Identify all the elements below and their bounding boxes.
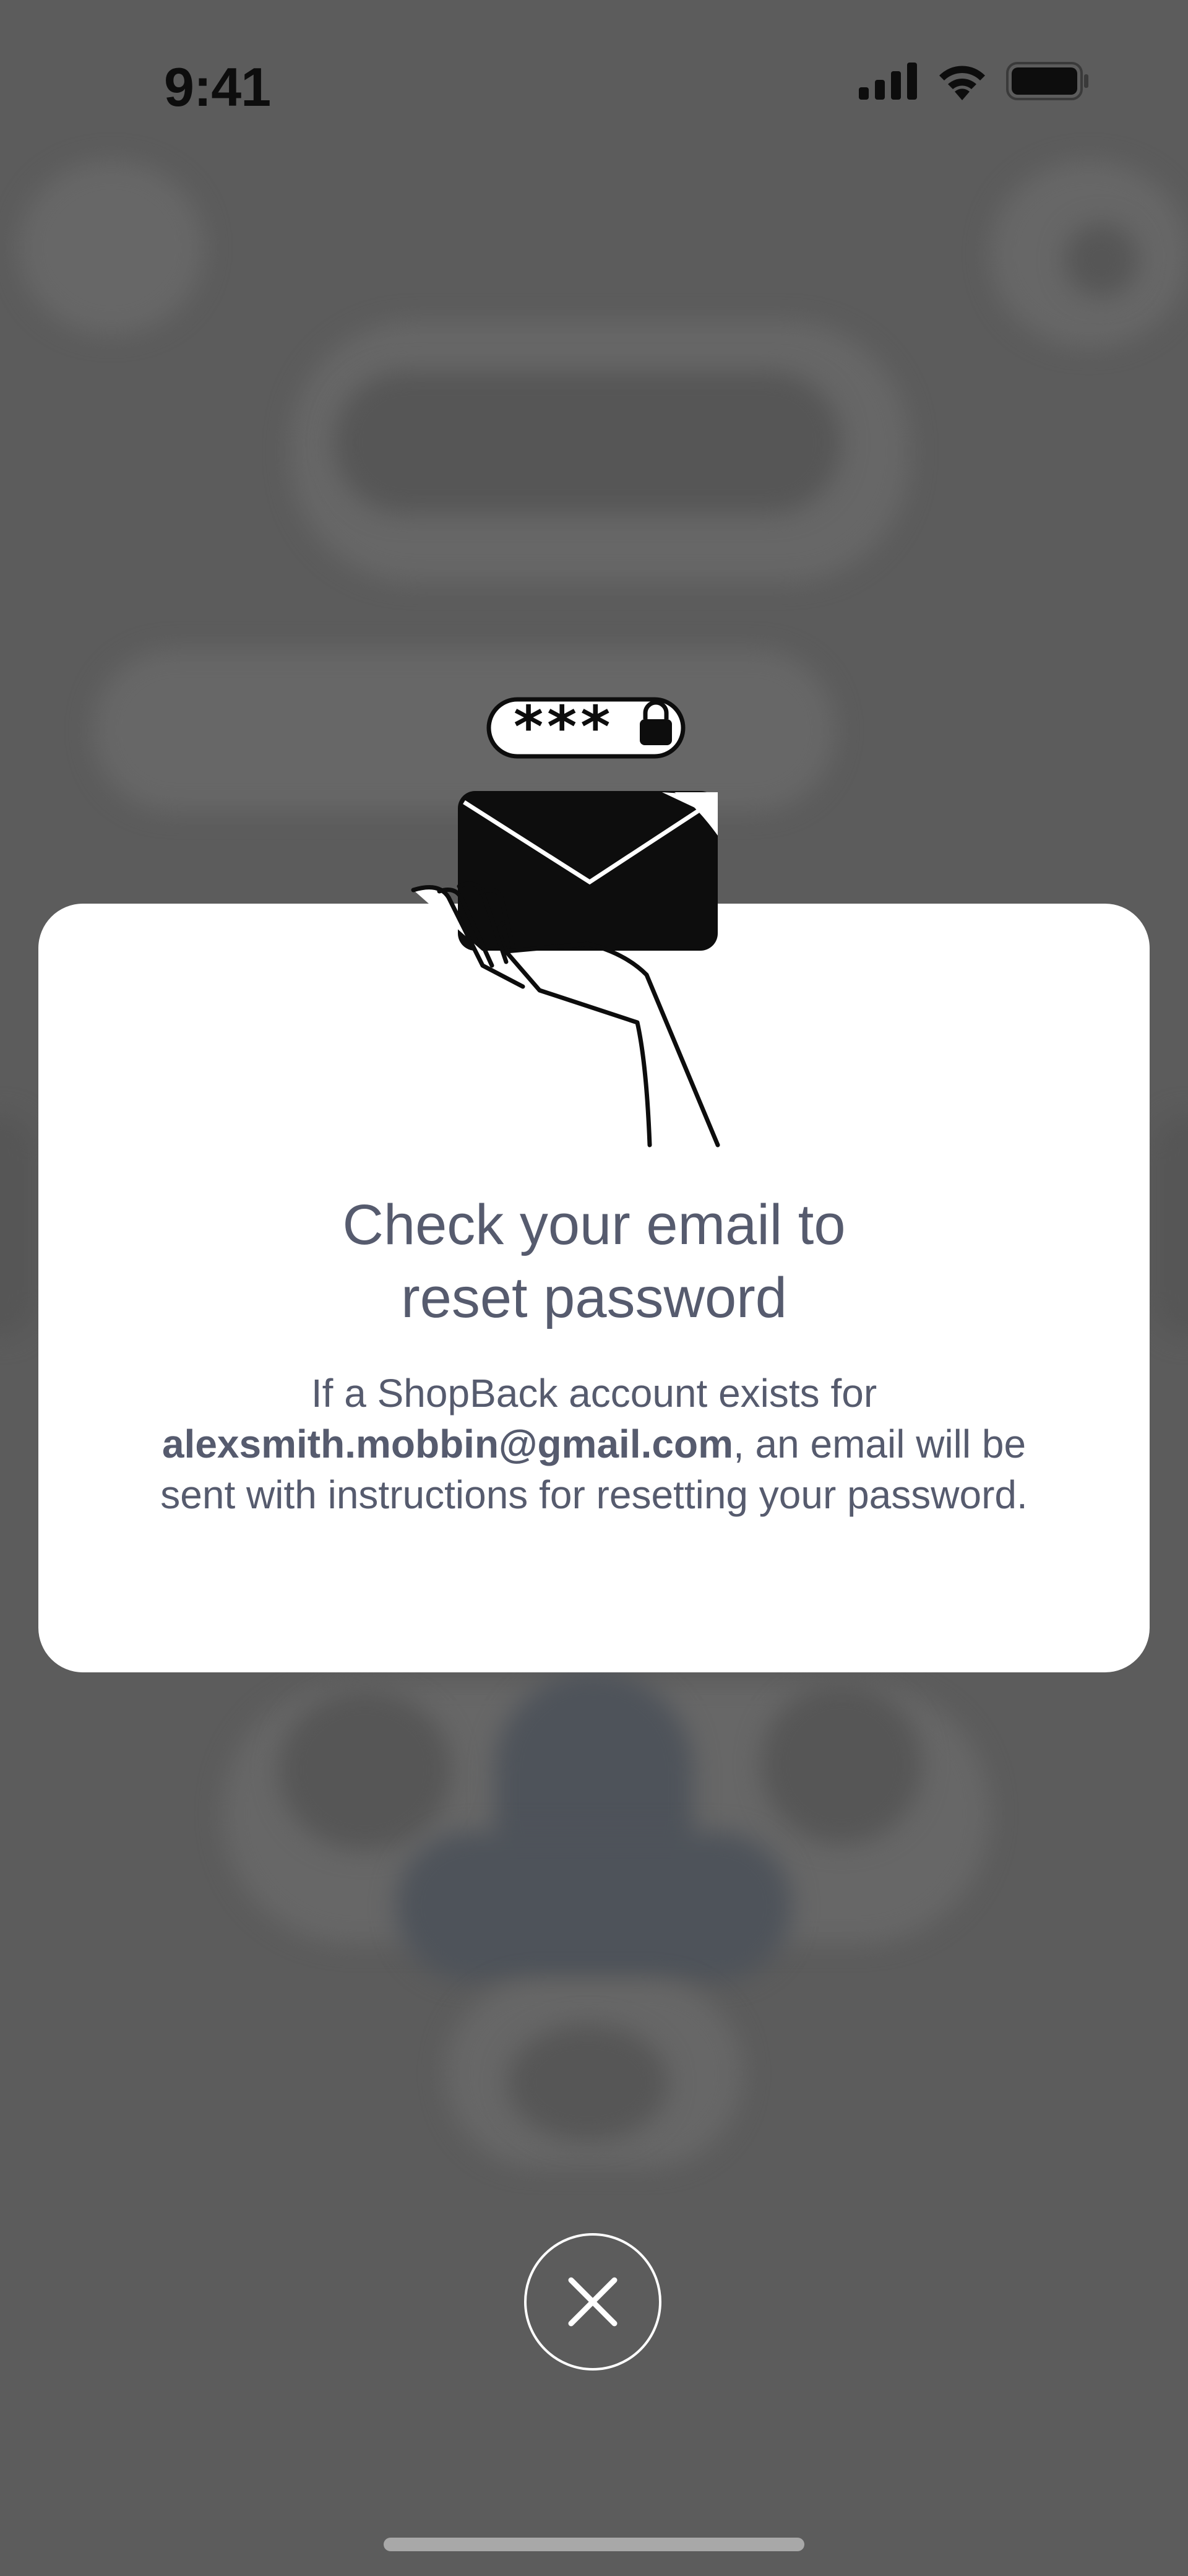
- background-shape: [396, 1832, 792, 1981]
- background-shape: [507, 2024, 668, 2142]
- status-bar: 9:41: [0, 0, 1188, 173]
- background-shape: [278, 1690, 452, 1851]
- background-shape: [1064, 223, 1138, 297]
- status-time: 9:41: [164, 56, 271, 118]
- email-address: alexsmith.mobbin@gmail.com: [161, 1422, 733, 1466]
- email-illustration: ***: [411, 694, 720, 1148]
- background-shape: [19, 161, 204, 334]
- screen: 9:41 *** Check your email to reset passw…: [0, 0, 1188, 2576]
- status-icons: [859, 62, 1089, 100]
- dialog-title-line: Check your email to: [342, 1193, 846, 1256]
- home-indicator[interactable]: [384, 2538, 804, 2551]
- message-prefix: If a ShopBack account exists for: [311, 1371, 877, 1416]
- password-badge-icon: ***: [486, 694, 686, 760]
- dialog-title-line: reset password: [401, 1266, 787, 1329]
- envelope-icon: [458, 791, 718, 951]
- dialog-title: Check your email to reset password: [38, 1188, 1150, 1334]
- close-icon: [568, 2277, 618, 2327]
- password-mask-text: ***: [514, 694, 614, 760]
- background-shape: [1151, 1114, 1188, 1337]
- close-button[interactable]: [524, 2233, 661, 2371]
- background-shape: [0, 1114, 37, 1337]
- dialog-message: If a ShopBack account exists for alexsmi…: [124, 1368, 1064, 1520]
- background-shape: [334, 371, 842, 514]
- battery-icon: [1006, 62, 1088, 100]
- wifi-icon: [939, 66, 985, 100]
- background-shape: [761, 1683, 922, 1844]
- cellular-signal-icon: [859, 63, 917, 100]
